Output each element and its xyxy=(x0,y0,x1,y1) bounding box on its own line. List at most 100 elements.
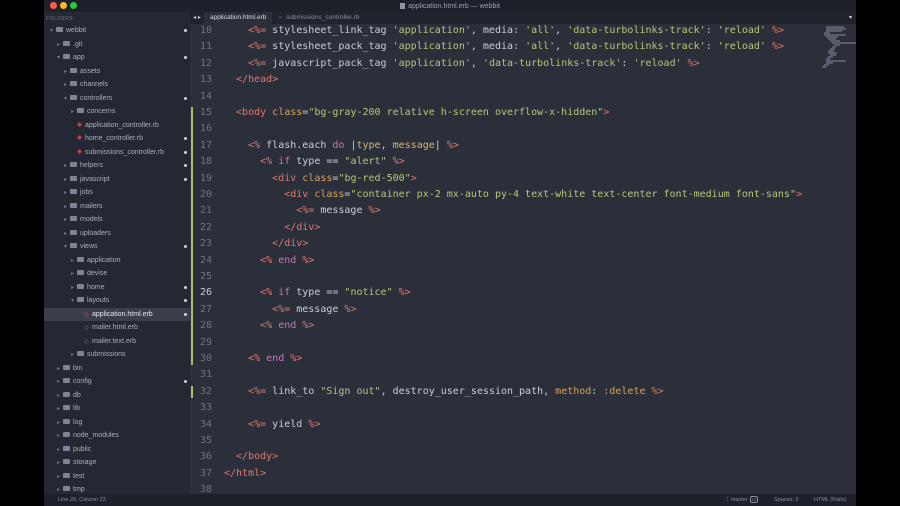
tree-folder[interactable]: ▸ submissions xyxy=(44,348,190,362)
code-line[interactable]: <% if type == "notice" %> xyxy=(224,285,411,301)
tab-application-html-erb[interactable]: application.html.erb xyxy=(204,12,273,24)
tree-folder[interactable]: ▸ concerns xyxy=(44,105,190,119)
code-line[interactable]: <%= stylesheet_link_tag 'application', m… xyxy=(224,24,784,39)
code-line[interactable]: <% end %> xyxy=(224,253,314,269)
tree-folder[interactable]: ▸ public xyxy=(44,443,190,457)
tab-submissions-controller-rb[interactable]: ○ submissions_controller.rb xyxy=(272,12,365,24)
tree-folder[interactable]: ▸ tmp xyxy=(44,483,190,494)
tab-nav-arrows-icon[interactable]: ◂ ▸ xyxy=(190,12,204,24)
tree-file[interactable]: application_controller.rb xyxy=(44,119,190,133)
code-line[interactable]: <%= message %> xyxy=(224,302,356,318)
code-line[interactable]: <div class="container px-2 mx-auto py-4 … xyxy=(224,187,802,203)
tree-file[interactable]: ◇ mailer.text.erb xyxy=(44,335,190,349)
tree-file[interactable]: home_controller.rb xyxy=(44,132,190,146)
code-line[interactable]: <%= stylesheet_pack_tag 'application', m… xyxy=(224,39,784,55)
tree-folder[interactable]: ▸ lib xyxy=(44,402,190,416)
folder-icon xyxy=(63,364,70,370)
code-token: : xyxy=(591,385,604,397)
maximize-window-button[interactable] xyxy=(70,2,77,9)
code-line[interactable]: </head> xyxy=(224,72,278,88)
tab-dropdown-icon[interactable]: ▾ xyxy=(849,14,852,21)
code-line[interactable]: <% end %> xyxy=(224,318,314,334)
folder-icon xyxy=(63,54,70,59)
tree-item-label: mailers xyxy=(80,202,103,210)
code-line[interactable]: <%= link_to "Sign out", destroy_user_ses… xyxy=(224,384,663,400)
close-window-button[interactable] xyxy=(50,2,57,9)
folder-icon xyxy=(70,189,77,194)
code-line[interactable]: </html> xyxy=(224,466,266,482)
code-token: > xyxy=(410,172,417,184)
tree-folder[interactable]: ▸ mailers xyxy=(44,200,190,214)
code-token: %> xyxy=(765,25,784,36)
tree-folder[interactable]: ▸ helpers xyxy=(44,159,190,173)
code-token: </div> xyxy=(224,221,321,233)
folder-icon xyxy=(63,378,70,383)
tree-folder[interactable]: ▸ .git xyxy=(44,38,190,52)
tree-item-label: application_controller.rb xyxy=(85,121,159,129)
code-token: %> xyxy=(308,418,321,430)
tree-folder[interactable]: ▸ devise xyxy=(44,267,190,281)
ruby-file-icon xyxy=(77,135,82,140)
code-line[interactable]: <div class="bg-red-500"> xyxy=(224,171,417,187)
code-line[interactable]: <% if type == "alert" %> xyxy=(224,154,405,170)
tree-folder[interactable]: ▸ log xyxy=(44,416,190,430)
code-token: <% xyxy=(224,353,267,364)
code-token: if xyxy=(278,287,291,299)
code-editor[interactable]: 10 11 12 13 14 15 16 17 18 19 20 21 22 23 24 25 26 27 28 29… xyxy=(190,24,856,494)
tree-file[interactable]: ◇ application.html.erb xyxy=(44,307,190,321)
tree-folder[interactable]: ▸ config xyxy=(44,375,190,389)
modified-dot-icon xyxy=(184,96,187,100)
tree-file[interactable]: ◇ mailer.html.erb xyxy=(44,321,190,335)
code-line[interactable]: </div> xyxy=(224,236,308,252)
tree-folder[interactable]: ▸ channels xyxy=(44,78,190,92)
code-token: , xyxy=(555,41,568,53)
code-token: <body xyxy=(224,107,273,118)
cursor-position[interactable]: Line 26, Column 23 xyxy=(58,494,106,506)
code-token: link_to xyxy=(272,385,321,397)
minimap[interactable] xyxy=(822,26,856,68)
code-token: class xyxy=(302,172,333,184)
modified-dot-icon[interactable]: ○ xyxy=(278,15,282,21)
code-line[interactable]: <%= javascript_pack_tag 'application', '… xyxy=(224,56,700,72)
code-line[interactable]: <% end %> xyxy=(224,351,302,367)
git-branch[interactable]: ᚴ master 15 xyxy=(726,494,759,506)
modified-dot-icon xyxy=(184,245,187,248)
tree-folder[interactable]: ▸ assets xyxy=(44,65,190,79)
syntax-selector[interactable]: HTML (Rails) xyxy=(814,494,846,506)
tree-folder[interactable]: ▸ test xyxy=(44,470,190,484)
tree-folder[interactable]: ▸ models xyxy=(44,213,190,227)
code-line[interactable]: <%= message %> xyxy=(224,203,380,219)
tree-folder[interactable]: ▸ javascript xyxy=(44,173,190,187)
code-token: , media: xyxy=(470,41,526,53)
tree-folder[interactable]: ▾ layouts xyxy=(44,294,190,308)
folder-icon xyxy=(63,432,70,437)
tree-folder[interactable]: ▸ bin xyxy=(44,362,190,376)
tree-folder[interactable]: ▸ db xyxy=(44,389,190,403)
git-modified-marker xyxy=(191,385,193,399)
code-line[interactable]: <% flash.each do |type, message| %> xyxy=(224,138,459,154)
tree-folder[interactable]: ▸ storage xyxy=(44,456,190,470)
tree-folder[interactable]: ▾ controllers xyxy=(44,92,190,106)
tree-folder[interactable]: ▸ uploaders xyxy=(44,227,190,241)
tree-file[interactable]: submissions_controller.rb xyxy=(44,146,190,160)
modified-dot-icon xyxy=(184,137,187,140)
tree-folder[interactable]: ▾ app xyxy=(44,51,190,65)
line-number: 32 xyxy=(199,385,212,397)
code-line[interactable]: <%= yield %> xyxy=(224,417,320,433)
erb-file-icon: ◇ xyxy=(84,338,89,345)
code-token: type == xyxy=(290,287,345,299)
sidebar: FOLDERS ▾ webbit ▸ .git ▾ app ▸ assets ▸ channels… xyxy=(44,12,190,494)
tree-item-label: mailer.html.erb xyxy=(92,324,138,331)
line-number: 20 xyxy=(199,189,212,200)
tree-folder[interactable]: ▸ home xyxy=(44,281,190,295)
indentation-setting[interactable]: Spaces: 2 xyxy=(774,494,798,506)
code-line[interactable]: </div> xyxy=(224,220,320,236)
code-line[interactable]: <body class="bg-gray-200 relative h-scre… xyxy=(224,105,609,121)
tree-folder[interactable]: ▾ webbit xyxy=(44,24,190,38)
tree-folder[interactable]: ▸ jobs xyxy=(44,186,190,200)
tree-folder[interactable]: ▸ node_modules xyxy=(44,429,190,443)
code-line[interactable]: </body> xyxy=(224,449,278,465)
tree-folder[interactable]: ▾ views xyxy=(44,240,190,254)
minimize-window-button[interactable] xyxy=(60,2,67,9)
tree-folder[interactable]: ▸ application xyxy=(44,254,190,268)
